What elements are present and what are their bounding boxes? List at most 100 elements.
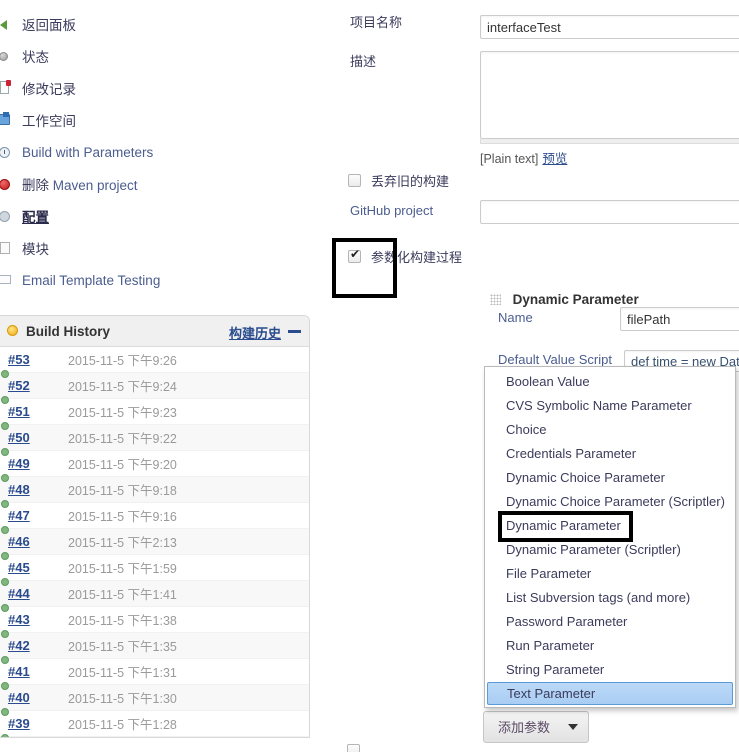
dropdown-item[interactable]: CVS Symbolic Name Parameter (485, 394, 735, 418)
build-history-row[interactable]: #45 2015-11-5 下午1:59 (0, 555, 309, 586)
sidebar-item-configure[interactable]: 配置 (0, 200, 310, 232)
dropdown-item[interactable]: Dynamic Choice Parameter (Scriptler) (485, 490, 735, 514)
build-history-panel: Build History 构建历史 #53 2015-11-5 下午9:26 #5… (0, 315, 310, 738)
drag-grip-icon[interactable] (490, 294, 501, 306)
project-name-input[interactable] (480, 15, 739, 39)
dropdown-item[interactable]: Dynamic Choice Parameter (485, 466, 735, 490)
github-project-input[interactable] (480, 200, 739, 224)
sidebar-item-label: 修改记录 (22, 82, 76, 97)
parameterized-build-row[interactable]: 参数化构建过程 (348, 247, 462, 266)
build-number-link[interactable]: #44 (8, 586, 68, 601)
parameterized-build-checkbox[interactable] (348, 248, 361, 263)
dropdown-item[interactable]: Choice (485, 418, 735, 442)
add-parameter-label: 添加参数 (498, 720, 551, 735)
build-number-link[interactable]: #43 (8, 612, 68, 627)
param-name-label: Name (498, 310, 533, 325)
page-root: 返回面板 状态 修改记录 工作空间 Build with Parameters (0, 0, 739, 752)
dropdown-item[interactable]: Text Parameter (487, 682, 733, 705)
build-history-row[interactable]: #46 2015-11-5 下午2:13 (0, 529, 309, 560)
build-number-link[interactable]: #52 (8, 378, 68, 393)
build-date: 2015-11-5 下午1:41 (68, 588, 177, 602)
sidebar-item-modules[interactable]: 模块 (0, 232, 310, 264)
build-history-row[interactable]: #43 2015-11-5 下午1:38 (0, 607, 309, 638)
build-history-row[interactable]: #41 2015-11-5 下午1:31 (0, 659, 309, 690)
sidebar-item-email-template-testing[interactable]: Email Template Testing (0, 264, 310, 296)
discard-old-builds-label: 丢弃旧的构建 (371, 174, 450, 189)
build-number-link[interactable]: #51 (8, 404, 68, 419)
build-history-sun-icon (7, 325, 18, 336)
build-history-row[interactable]: #53 2015-11-5 下午9:26 (0, 347, 309, 378)
build-date: 2015-11-5 下午9:22 (68, 432, 177, 446)
workspace-folder-icon (0, 111, 18, 129)
build-number-link[interactable]: #41 (8, 664, 68, 679)
build-history-row[interactable]: #40 2015-11-5 下午1:30 (0, 685, 309, 716)
description-label: 描述 (350, 54, 377, 69)
build-number-link[interactable]: #40 (8, 690, 68, 705)
build-number-link[interactable]: #50 (8, 430, 68, 445)
build-number-link[interactable]: #42 (8, 638, 68, 653)
build-date: 2015-11-5 下午9:23 (68, 406, 177, 420)
bottom-checkbox[interactable] (347, 744, 360, 752)
sidebar-item-status[interactable]: 状态 (0, 40, 310, 72)
build-number-link[interactable]: #39 (8, 716, 68, 731)
dropdown-item[interactable]: List Subversion tags (and more) (485, 586, 735, 610)
build-number-link[interactable]: #48 (8, 482, 68, 497)
discard-old-builds-checkbox[interactable] (348, 174, 361, 187)
parameter-type-dropdown[interactable]: Boolean Value CVS Symbolic Name Parameter… (484, 366, 736, 708)
dropdown-item[interactable]: Password Parameter (485, 610, 735, 634)
sidebar-item-back-to-dashboard[interactable]: 返回面板 (0, 8, 310, 40)
dropdown-item[interactable]: Run Parameter (485, 634, 735, 658)
build-history-title: Build History (26, 323, 111, 339)
configure-gear-icon (0, 207, 18, 225)
build-history-row[interactable]: #47 2015-11-5 下午9:16 (0, 503, 309, 534)
build-history-row[interactable]: #51 2015-11-5 下午9:23 (0, 399, 309, 430)
discard-old-builds-row[interactable]: 丢弃旧的构建 (348, 171, 449, 190)
sidebar: 返回面板 状态 修改记录 工作空间 Build with Parameters (0, 0, 310, 752)
build-history-row[interactable]: #49 2015-11-5 下午9:20 (0, 451, 309, 482)
build-history-row[interactable]: #44 2015-11-5 下午1:41 (0, 581, 309, 612)
build-history-link[interactable]: 构建历史 (229, 323, 281, 342)
build-date: 2015-11-5 下午9:26 (68, 354, 177, 368)
build-date: 2015-11-5 下午9:16 (68, 510, 177, 524)
build-history-row[interactable]: #52 2015-11-5 下午9:24 (0, 373, 309, 404)
minus-icon[interactable] (288, 330, 301, 333)
dropdown-item[interactable]: Dynamic Parameter (Scriptler) (485, 538, 735, 562)
plain-text-label: [Plain text] (480, 152, 539, 166)
sidebar-item-changes[interactable]: 修改记录 (0, 72, 310, 104)
dropdown-item[interactable]: Dynamic Parameter (485, 514, 735, 538)
build-number-link[interactable]: #45 (8, 560, 68, 575)
build-history-row[interactable]: #48 2015-11-5 下午9:18 (0, 477, 309, 508)
sidebar-item-workspace[interactable]: 工作空间 (0, 104, 310, 136)
dropdown-item[interactable]: Credentials Parameter (485, 442, 735, 466)
param-name-input[interactable] (620, 307, 739, 331)
sidebar-item-delete-maven-project[interactable]: 删除 Maven project (0, 168, 310, 200)
sidebar-item-build-with-parameters[interactable]: Build with Parameters (0, 136, 310, 168)
changes-doc-icon (0, 79, 18, 97)
build-number-link[interactable]: #49 (8, 456, 68, 471)
github-project-label: GitHub project (350, 203, 434, 218)
add-parameter-button[interactable]: 添加参数 (483, 711, 590, 743)
build-date: 2015-11-5 下午1:38 (68, 614, 177, 628)
build-history-row[interactable]: #42 2015-11-5 下午1:35 (0, 633, 309, 664)
build-number-link[interactable]: #53 (8, 352, 68, 367)
build-history-header: Build History 构建历史 (0, 316, 309, 347)
parameterized-build-label: 参数化构建过程 (371, 250, 463, 265)
sidebar-item-label: 模块 (22, 242, 49, 257)
dropdown-item[interactable]: String Parameter (485, 658, 735, 682)
build-date: 2015-11-5 下午1:30 (68, 692, 177, 706)
preview-link[interactable]: 预览 (542, 152, 567, 166)
description-textarea[interactable] (480, 51, 739, 139)
dropdown-item[interactable]: File Parameter (485, 562, 735, 586)
sidebar-item-label: 返回面板 (22, 18, 76, 33)
sidebar-item-label-cn: 删除 (22, 178, 49, 193)
build-number-link[interactable]: #47 (8, 508, 68, 523)
project-name-label: 项目名称 (350, 15, 403, 30)
build-history-row[interactable]: #39 2015-11-5 下午1:28 (0, 711, 309, 737)
dropdown-item[interactable]: Boolean Value (485, 370, 735, 394)
build-history-row[interactable]: #50 2015-11-5 下午9:22 (0, 425, 309, 456)
build-number-link[interactable]: #46 (8, 534, 68, 549)
sidebar-item-label: 删除 Maven project (22, 174, 138, 194)
build-date: 2015-11-5 下午9:18 (68, 484, 177, 498)
modules-icon (0, 239, 18, 257)
textarea-resize-grip[interactable] (480, 139, 739, 144)
